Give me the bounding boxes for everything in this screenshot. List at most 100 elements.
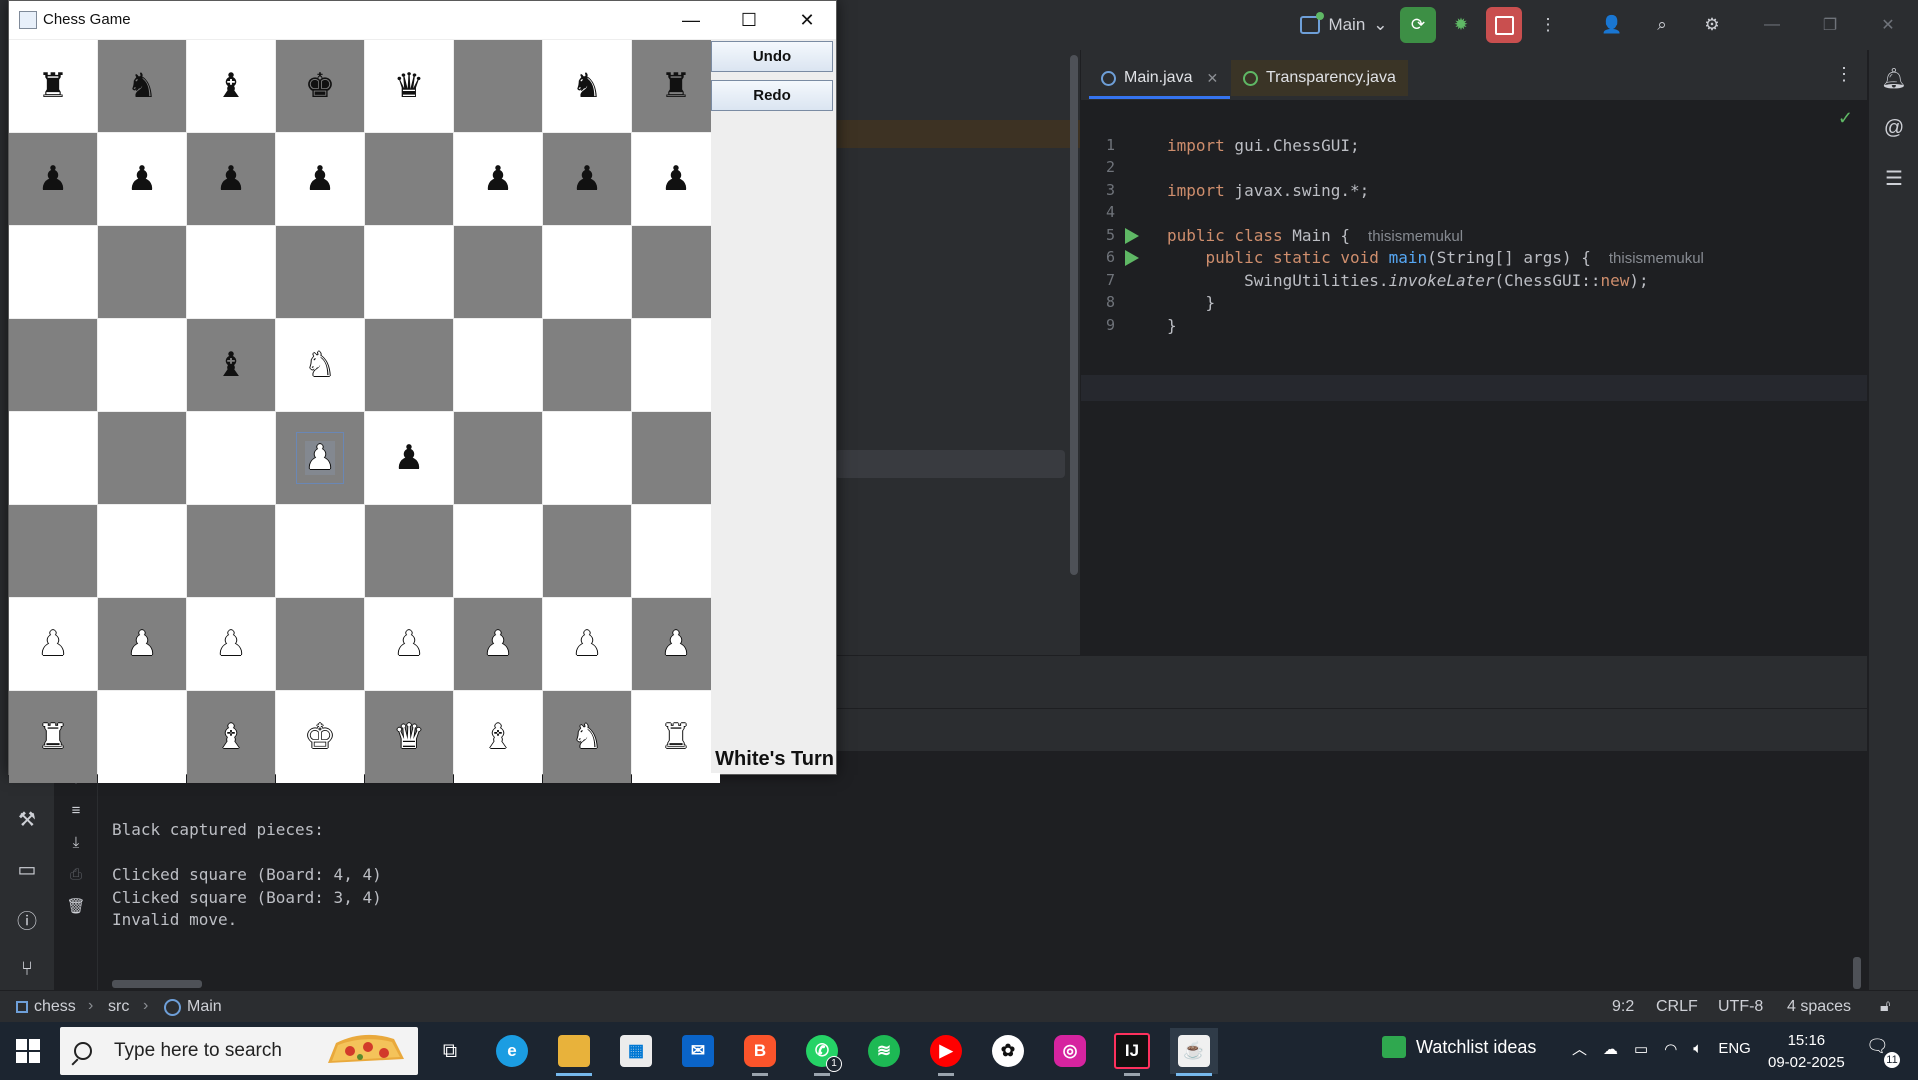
redo-button[interactable]: Redo: [711, 80, 833, 111]
start-button[interactable]: [0, 1022, 56, 1080]
close-icon[interactable]: ✕: [1206, 70, 1218, 87]
code-line-8[interactable]: }: [1167, 293, 1216, 312]
board-square[interactable]: [98, 691, 186, 783]
board-square[interactable]: ♟: [454, 133, 542, 225]
taskbar-search-box[interactable]: Type here to search: [60, 1027, 418, 1075]
board-square[interactable]: [543, 319, 631, 411]
taskbar-edge[interactable]: e: [488, 1028, 536, 1074]
project-scrollbar[interactable]: [1070, 55, 1078, 575]
taskbar-youtube[interactable]: ▶: [922, 1028, 970, 1076]
soft-wrap-icon[interactable]: ≡: [64, 798, 88, 822]
board-square[interactable]: ♞: [543, 40, 631, 132]
taskbar-brave[interactable]: B: [736, 1028, 784, 1076]
board-square[interactable]: ♟: [365, 598, 453, 690]
run-config-selector[interactable]: Main ⌄: [1296, 10, 1392, 40]
taskbar-whatsapp[interactable]: ✆ 1: [798, 1028, 846, 1076]
battery-icon[interactable]: ▭: [1634, 1040, 1648, 1058]
taskbar-store[interactable]: ▦: [612, 1028, 660, 1074]
taskbar-chatgpt[interactable]: ✿: [984, 1028, 1032, 1074]
more-actions-button[interactable]: ⋮: [1530, 7, 1566, 43]
board-square[interactable]: [9, 412, 97, 504]
debug-button[interactable]: ✹: [1443, 7, 1479, 43]
board-square[interactable]: [98, 226, 186, 318]
taskbar-intellij[interactable]: IJ: [1108, 1028, 1156, 1076]
board-square[interactable]: [98, 505, 186, 597]
board-square[interactable]: ♟: [98, 133, 186, 225]
taskbar-file-explorer[interactable]: [550, 1028, 598, 1076]
board-square[interactable]: [9, 226, 97, 318]
board-square[interactable]: ♟: [276, 412, 364, 504]
run-gutter-icon[interactable]: [1125, 250, 1139, 266]
watchlist-widget[interactable]: Watchlist ideas: [1382, 1036, 1536, 1058]
board-square[interactable]: ♟: [543, 133, 631, 225]
board-square[interactable]: [98, 319, 186, 411]
build-tool-button[interactable]: ⚒: [10, 802, 44, 836]
console-vertical-scrollbar[interactable]: [1853, 957, 1861, 989]
wifi-icon[interactable]: ◠: [1664, 1040, 1677, 1058]
board-square[interactable]: ♜: [632, 40, 720, 132]
board-square[interactable]: [187, 412, 275, 504]
board-square[interactable]: ♟: [187, 133, 275, 225]
breadcrumb-project[interactable]: chess: [16, 998, 76, 1016]
breadcrumb-main[interactable]: Main: [164, 998, 222, 1016]
board-square[interactable]: [365, 226, 453, 318]
database-tool-button[interactable]: ☰: [1878, 162, 1910, 194]
board-square[interactable]: [276, 598, 364, 690]
settings-button[interactable]: ⚙: [1694, 7, 1730, 43]
board-square[interactable]: [9, 505, 97, 597]
chess-minimize-button[interactable]: —: [662, 1, 720, 39]
board-square[interactable]: [98, 412, 186, 504]
notification-center-button[interactable]: 🗨︎ 11: [1866, 1036, 1900, 1068]
board-square[interactable]: [454, 226, 542, 318]
board-square[interactable]: [454, 319, 542, 411]
board-square[interactable]: ♟: [276, 133, 364, 225]
terminal-tool-button[interactable]: ▭: [10, 852, 44, 886]
no-problems-icon[interactable]: ✓: [1838, 108, 1853, 129]
chess-maximize-button[interactable]: ☐: [720, 1, 778, 39]
chevron-up-icon[interactable]: ︿: [1572, 1038, 1587, 1059]
board-square[interactable]: ♟: [632, 598, 720, 690]
board-square[interactable]: [632, 505, 720, 597]
board-square[interactable]: ♞: [543, 691, 631, 783]
search-everywhere-button[interactable]: ⌕: [1644, 7, 1680, 43]
trash-icon[interactable]: 🗑︎: [64, 894, 88, 918]
board-square[interactable]: [276, 505, 364, 597]
board-square[interactable]: ♟: [632, 133, 720, 225]
tab-main-java[interactable]: Main.java ✕: [1089, 60, 1231, 99]
console-horizontal-scrollbar[interactable]: [112, 980, 202, 988]
taskbar-mail[interactable]: ✉: [674, 1028, 722, 1074]
board-square[interactable]: ♟: [98, 598, 186, 690]
board-square[interactable]: ♝: [187, 319, 275, 411]
board-square[interactable]: [187, 226, 275, 318]
board-square[interactable]: [454, 412, 542, 504]
cloud-icon[interactable]: ☁: [1603, 1040, 1618, 1058]
board-square[interactable]: ♝: [187, 40, 275, 132]
ide-close-button[interactable]: ✕: [1868, 8, 1908, 42]
chess-close-button[interactable]: ✕: [778, 1, 836, 39]
board-square[interactable]: ♟: [543, 598, 631, 690]
board-square[interactable]: ♞: [98, 40, 186, 132]
stop-button[interactable]: [1486, 7, 1522, 43]
scroll-to-end-icon[interactable]: ⤓: [64, 830, 88, 854]
undo-button[interactable]: Undo: [711, 41, 833, 72]
language-indicator[interactable]: ENG: [1718, 1040, 1751, 1057]
board-square[interactable]: ♟: [9, 598, 97, 690]
taskbar-spotify[interactable]: ≋: [860, 1028, 908, 1074]
print-icon[interactable]: ⎙: [64, 862, 88, 886]
taskbar-clock[interactable]: 15:16 09-02-2025: [1768, 1030, 1845, 1074]
lock-icon[interactable]: 🔓︎: [1880, 998, 1890, 1016]
board-square[interactable]: [187, 505, 275, 597]
line-separator[interactable]: CRLF: [1656, 998, 1698, 1016]
selected-tree-row[interactable]: [835, 450, 1065, 478]
board-square[interactable]: ♜: [632, 691, 720, 783]
ide-restore-button[interactable]: ❐: [1810, 8, 1850, 42]
board-square[interactable]: [365, 319, 453, 411]
board-square[interactable]: [454, 40, 542, 132]
board-square[interactable]: ♚: [276, 691, 364, 783]
board-square[interactable]: [454, 505, 542, 597]
code-line-3[interactable]: import javax.swing.*;: [1167, 181, 1369, 200]
author-annotation[interactable]: thisismemukul: [1609, 250, 1704, 267]
board-square[interactable]: [632, 319, 720, 411]
board-square[interactable]: ♟: [454, 598, 542, 690]
volume-icon[interactable]: 🔈︎: [1693, 1040, 1702, 1057]
